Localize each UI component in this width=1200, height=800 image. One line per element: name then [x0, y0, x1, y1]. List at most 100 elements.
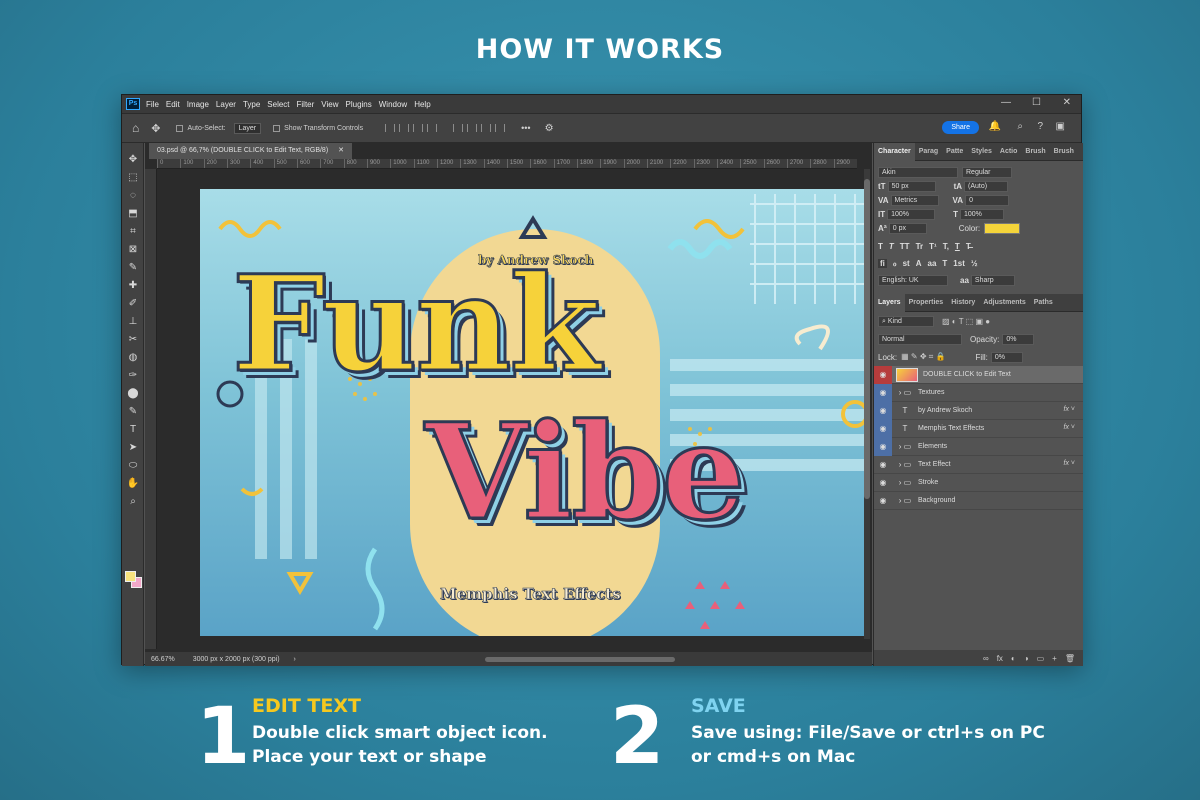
menu-edit[interactable]: Edit: [166, 100, 180, 109]
history-brush-tool-icon[interactable]: ✂: [122, 331, 144, 349]
hand-tool-icon[interactable]: ✋: [122, 475, 144, 493]
kerning-field[interactable]: Metrics: [890, 194, 939, 206]
tab-character[interactable]: Character: [874, 142, 915, 161]
share-button[interactable]: Share: [942, 121, 979, 134]
frame-tool-icon[interactable]: ⊠: [122, 241, 144, 259]
tab-brushes[interactable]: Brush: [1050, 148, 1078, 155]
tab-properties[interactable]: Properties: [905, 299, 948, 306]
zoom-tool-icon[interactable]: ⌕: [122, 493, 144, 511]
font-family-dropdown[interactable]: Akin: [878, 166, 958, 178]
menu-help[interactable]: Help: [414, 100, 430, 109]
bell-icon[interactable]: 🔔: [989, 121, 1001, 132]
ordinals-button[interactable]: 1st: [953, 259, 965, 268]
fx-icon[interactable]: fx: [997, 654, 1003, 663]
eye-icon[interactable]: ◉: [874, 456, 892, 474]
distribute-center-icon[interactable]: [467, 124, 478, 132]
tab-adjustments[interactable]: Adjustments: [979, 299, 1029, 306]
leading-field[interactable]: (Auto): [964, 180, 1009, 192]
opacity-field[interactable]: 0%: [1002, 333, 1035, 345]
dodge-tool-icon[interactable]: ⬤: [122, 385, 144, 403]
eyedropper-tool-icon[interactable]: ✎: [122, 259, 144, 277]
menu-layer[interactable]: Layer: [216, 100, 236, 109]
layer-row[interactable]: ◉ T Memphis Text Effects fx ˅: [874, 419, 1083, 438]
vertical-scrollbar[interactable]: [864, 169, 870, 639]
stylistic-alternates-button[interactable]: st: [903, 259, 910, 268]
smart-object-thumbnail[interactable]: [896, 367, 918, 382]
maximize-icon[interactable]: ☐: [1032, 97, 1041, 108]
marquee-tool-icon[interactable]: ⬚: [122, 169, 144, 187]
menu-plugins[interactable]: Plugins: [346, 100, 372, 109]
font-style-dropdown[interactable]: Regular: [962, 166, 1012, 178]
superscript-button[interactable]: T¹: [929, 242, 937, 251]
close-icon[interactable]: ✕: [1063, 97, 1071, 108]
horizontal-scrollbar[interactable]: [485, 657, 675, 662]
trash-icon[interactable]: 🗑: [1065, 654, 1075, 663]
swash-button[interactable]: A: [916, 259, 922, 268]
crop-tool-icon[interactable]: ⌗: [122, 223, 144, 241]
tab-paths[interactable]: Paths: [1030, 299, 1057, 306]
menu-window[interactable]: Window: [379, 100, 407, 109]
tab-close-icon[interactable]: ✕: [338, 147, 344, 154]
distribute-vertical-icon[interactable]: [495, 124, 506, 132]
layer-row[interactable]: ◉ › ▭ Textures: [874, 383, 1083, 402]
tracking-field[interactable]: 0: [965, 194, 1010, 206]
filter-type-icons[interactable]: ▨ ◐ T ⬚ ▣ ●: [942, 317, 990, 326]
tab-brush[interactable]: Brush: [1021, 148, 1049, 155]
antialias-dropdown[interactable]: Sharp: [970, 274, 1015, 286]
underline-button[interactable]: T: [955, 242, 960, 251]
layer-row[interactable]: ◉ Tby Andrew Skoch fx ˅: [874, 401, 1083, 420]
minimize-icon[interactable]: —: [1001, 97, 1011, 108]
align-left-icon[interactable]: [385, 124, 396, 132]
fx-icon[interactable]: fx ˅: [1064, 424, 1075, 431]
auto-select-toggle[interactable]: Auto-Select:: [176, 124, 226, 132]
layer-row[interactable]: ◉ › ▭ Stroke: [874, 474, 1083, 492]
layer-row[interactable]: ◉ DOUBLE CLICK to Edit Text: [874, 365, 1083, 384]
faux-bold-button[interactable]: T: [878, 242, 883, 251]
healing-tool-icon[interactable]: ✚: [122, 277, 144, 295]
all-caps-button[interactable]: TT: [900, 242, 910, 251]
document-tab[interactable]: 03.psd @ 66,7% (DOUBLE CLICK to Edit Tex…: [149, 143, 352, 159]
home-icon[interactable]: ⌂: [132, 121, 139, 135]
fill-field[interactable]: 0%: [990, 351, 1023, 363]
move-tool-icon[interactable]: ✥: [151, 122, 160, 135]
font-size-field[interactable]: 50 px: [887, 180, 936, 192]
move-tool-icon[interactable]: ✥: [122, 151, 144, 169]
more-options-icon[interactable]: •••: [521, 123, 530, 133]
titling-alternates-button[interactable]: aa: [928, 259, 937, 268]
link-layers-icon[interactable]: ∞: [983, 654, 989, 663]
tab-styles[interactable]: Styles: [967, 148, 996, 155]
menu-filter[interactable]: Filter: [297, 100, 315, 109]
adjustment-icon[interactable]: ◑: [1024, 654, 1029, 663]
eye-icon[interactable]: ◉: [874, 401, 892, 420]
gradient-tool-icon[interactable]: ✑: [122, 367, 144, 385]
faux-italic-button[interactable]: T: [889, 242, 894, 251]
layer-row[interactable]: ◉ › ▭ Background: [874, 492, 1083, 510]
baseline-shift-field[interactable]: 0 px: [888, 222, 927, 234]
eye-icon[interactable]: ◉: [874, 365, 892, 384]
small-caps-button[interactable]: Tr: [916, 242, 924, 251]
group-icon[interactable]: ▭: [1037, 654, 1045, 663]
tab-paragraph[interactable]: Parag: [915, 148, 942, 155]
eye-icon[interactable]: ◉: [874, 492, 892, 510]
show-transform-toggle[interactable]: Show Transform Controls: [273, 124, 363, 132]
eye-icon[interactable]: ◉: [874, 383, 892, 402]
align-top-icon[interactable]: [427, 124, 438, 132]
stylistic-set-button[interactable]: T: [942, 259, 947, 268]
help-icon[interactable]: ?: [1037, 121, 1043, 132]
ligatures-button[interactable]: fi: [878, 258, 887, 268]
text-color-swatch[interactable]: [984, 222, 1021, 234]
subscript-button[interactable]: T,: [943, 242, 949, 251]
layer-row[interactable]: ◉ › ▭ Text Effect fx ˅: [874, 456, 1083, 474]
path-select-tool-icon[interactable]: ➤: [122, 439, 144, 457]
language-dropdown[interactable]: English: UK: [878, 274, 948, 286]
fx-icon[interactable]: fx ˅: [1064, 406, 1075, 413]
artwork-canvas[interactable]: by Andrew Skoch Funk Vibe Memphis Text E…: [200, 189, 868, 636]
distribute-right-icon[interactable]: [481, 124, 492, 132]
tab-patterns[interactable]: Patte: [942, 148, 967, 155]
fx-icon[interactable]: fx ˅: [1064, 460, 1075, 467]
menu-file[interactable]: File: [146, 100, 159, 109]
show-transform-checkbox[interactable]: [273, 124, 281, 132]
lasso-tool-icon[interactable]: ◌: [122, 187, 144, 205]
auto-select-dropdown[interactable]: Layer: [233, 122, 262, 134]
tab-actions[interactable]: Actio: [996, 148, 1022, 155]
